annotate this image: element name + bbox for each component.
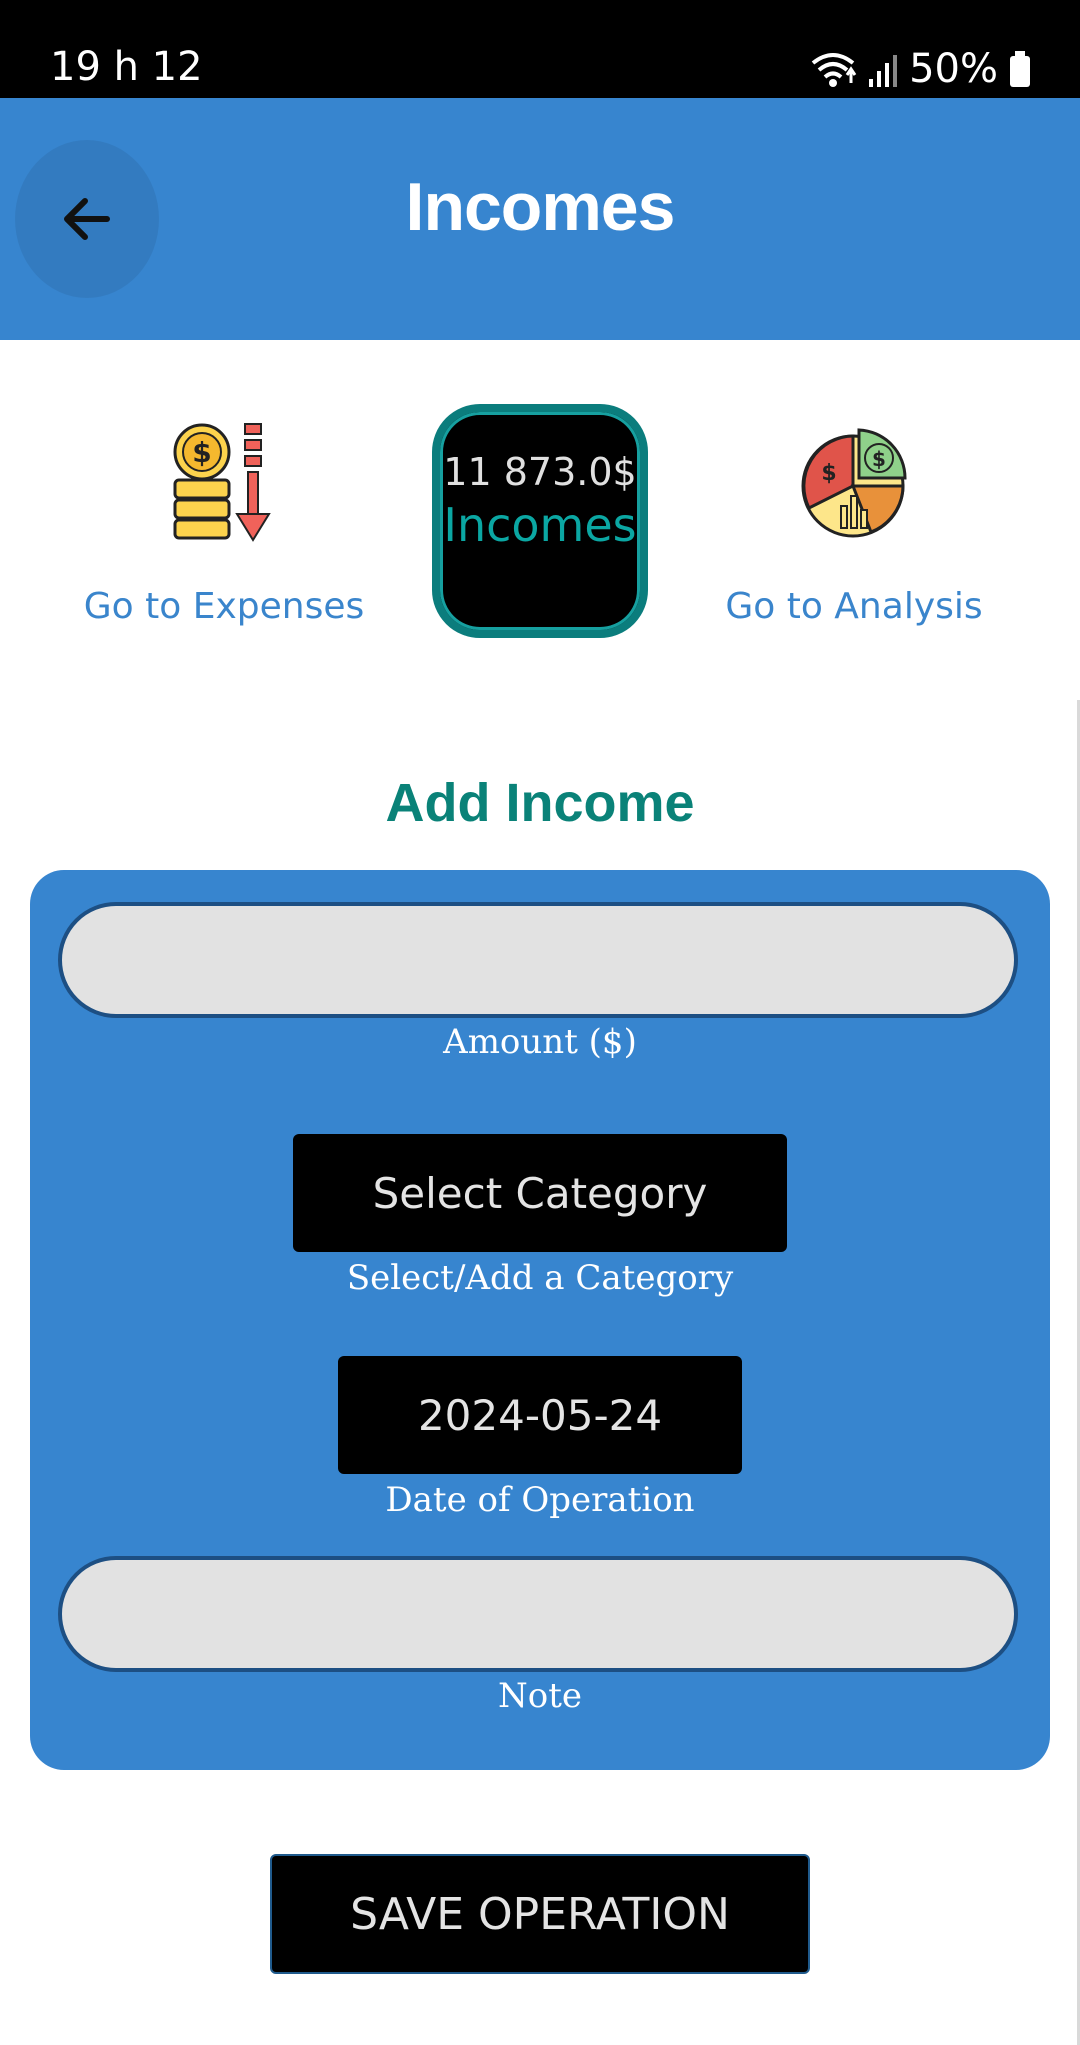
svg-text:$: $ <box>872 447 886 471</box>
status-icons: 50% <box>809 44 1032 94</box>
balance-card: 11 873.0$ Incomes <box>432 404 648 638</box>
go-to-expenses-label: Go to Expenses <box>83 586 365 627</box>
coins-down-arrow-icon: $ <box>173 423 271 542</box>
balance-amount: 11 873.0$ <box>443 450 637 494</box>
page-title: Incomes <box>405 169 676 245</box>
go-to-analysis-label: Go to Analysis <box>725 586 983 627</box>
note-input[interactable] <box>58 1556 1018 1672</box>
wifi-icon <box>811 53 857 87</box>
status-bar: 19 h 12 50% <box>0 0 1080 98</box>
app-bar: Incomes <box>0 98 1080 340</box>
add-income-title: Add Income <box>385 773 695 833</box>
income-form: Amount ($) Select Category Select/Add a … <box>30 870 1050 1770</box>
status-time: 19 h 12 <box>50 44 203 90</box>
battery-percent: 50% <box>909 46 998 92</box>
signal-icon <box>869 55 898 87</box>
svg-text:$: $ <box>192 436 211 469</box>
go-to-expenses-button[interactable]: $ Go to Expenses <box>84 420 364 627</box>
pie-chart-dollar-icon: $ $ <box>801 428 907 538</box>
battery-icon <box>1010 51 1030 87</box>
balance-label: Incomes <box>443 498 637 552</box>
category-label: Select/Add a Category <box>346 1258 734 1298</box>
note-label: Note <box>497 1676 582 1716</box>
date-button[interactable]: 2024-05-24 <box>338 1356 742 1474</box>
date-label: Date of Operation <box>385 1480 695 1520</box>
select-category-button[interactable]: Select Category <box>293 1134 787 1252</box>
go-to-analysis-button[interactable]: $ $ Go to Analysis <box>724 420 984 627</box>
save-operation-button[interactable]: SAVE OPERATION <box>270 1854 810 1974</box>
amount-input[interactable] <box>58 902 1018 1018</box>
svg-text:$: $ <box>821 461 836 486</box>
amount-label: Amount ($) <box>443 1022 637 1062</box>
